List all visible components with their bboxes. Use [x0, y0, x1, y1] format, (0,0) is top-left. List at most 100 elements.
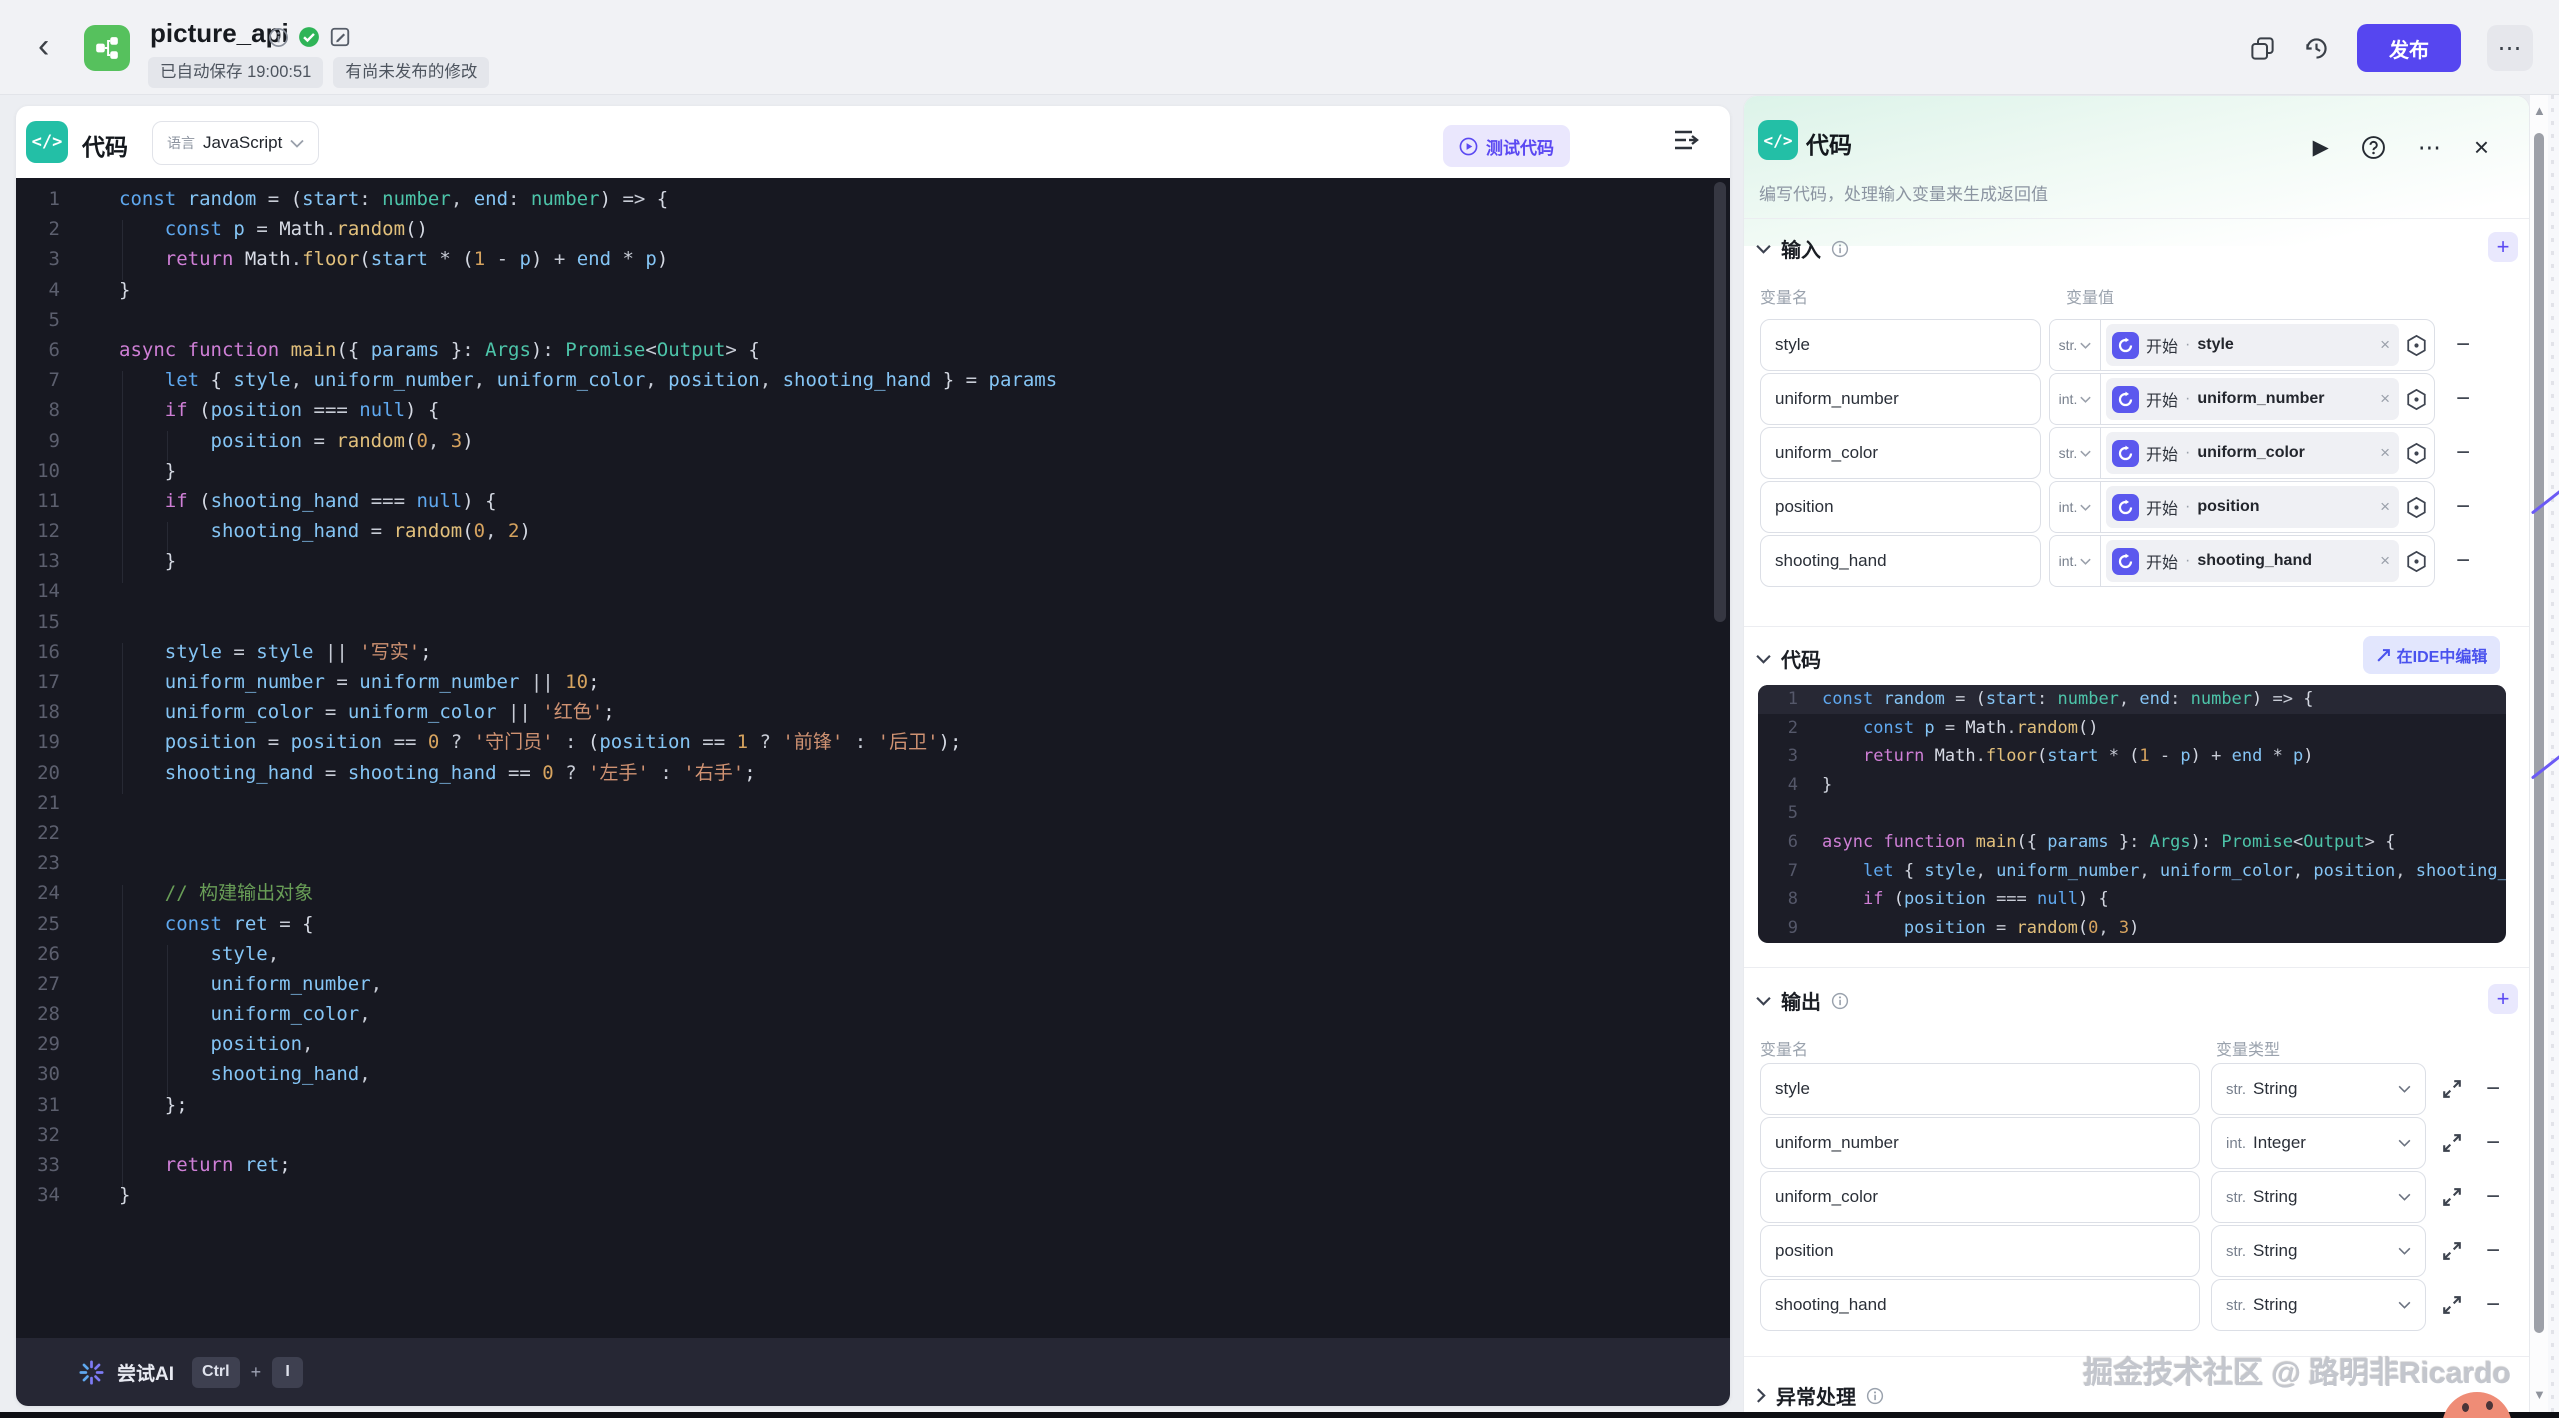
ai-assist-bar[interactable]: 尝试AI Ctrl + I: [16, 1338, 1730, 1406]
publish-button[interactable]: 发布: [2357, 24, 2461, 72]
expand-row-icon[interactable]: [2442, 1295, 2462, 1315]
clear-value-icon[interactable]: ×: [2380, 497, 2390, 517]
remove-output-icon[interactable]: −: [2486, 1239, 2500, 1263]
add-output-button[interactable]: +: [2488, 984, 2518, 1014]
edit-in-ide-button[interactable]: 在IDE中编辑: [2363, 636, 2500, 674]
remove-output-icon[interactable]: −: [2486, 1293, 2500, 1317]
output-var-type-select[interactable]: str.String: [2211, 1279, 2426, 1331]
settings-icon[interactable]: [2405, 442, 2428, 465]
ref-variable-name: position: [2197, 498, 2373, 516]
code-line: 1const random = (start: number, end: num…: [16, 184, 1730, 214]
panel-more-icon[interactable]: ⋯: [2418, 134, 2442, 161]
code-line: 3 return Math.floor(start * (1 - p) + en…: [16, 244, 1730, 274]
editor-scrollbar-thumb[interactable]: [1714, 182, 1726, 622]
input-var-value-field[interactable]: 开始 · style ×: [2100, 319, 2435, 371]
panel-scrollbar[interactable]: ▲ ▼: [2530, 95, 2548, 1418]
input-var-value-field[interactable]: 开始 · position ×: [2100, 481, 2435, 533]
code-line: 32: [16, 1120, 1730, 1150]
expand-row-icon[interactable]: [2442, 1079, 2462, 1099]
clear-value-icon[interactable]: ×: [2380, 335, 2390, 355]
ctrl-key-badge: Ctrl: [192, 1357, 240, 1388]
input-var-name-field[interactable]: [1760, 373, 2041, 425]
duplicate-icon[interactable]: [2249, 35, 2276, 62]
help-icon[interactable]: [2361, 135, 2386, 160]
output-var-name-field[interactable]: [1760, 1117, 2200, 1169]
output-var-type-select[interactable]: str.String: [2211, 1225, 2426, 1277]
input-var-type-select[interactable]: int.: [2049, 481, 2100, 533]
input-var-name-field[interactable]: [1760, 319, 2041, 371]
remove-input-icon[interactable]: −: [2456, 549, 2470, 573]
clear-value-icon[interactable]: ×: [2380, 389, 2390, 409]
remove-input-icon[interactable]: −: [2456, 387, 2470, 411]
screen: ‹ picture_api 已自动保存: [0, 0, 2559, 1418]
input-var-name-field[interactable]: [1760, 535, 2041, 587]
chevron-down-icon: [1756, 654, 1771, 664]
watermark: 掘金技术社区 @ 路明非Ricardo: [2083, 1348, 2511, 1392]
input-var-name-field[interactable]: [1760, 481, 2041, 533]
remove-output-icon[interactable]: −: [2486, 1185, 2500, 1209]
scrollbar-thumb[interactable]: [2534, 133, 2544, 1333]
output-var-type-select[interactable]: int.Integer: [2211, 1117, 2426, 1169]
input-col-value: 变量值: [2066, 284, 2114, 308]
input-row: str. 开始 · uniform_color × −: [1744, 427, 2530, 479]
chevron-down-icon: [2080, 558, 2091, 565]
output-var-name-field[interactable]: [1760, 1171, 2200, 1223]
input-section-header[interactable]: 输入: [1756, 234, 1849, 263]
run-node-icon[interactable]: ▶: [2313, 135, 2329, 160]
input-var-name-field[interactable]: [1760, 427, 2041, 479]
code-preview[interactable]: 1const random = (start: number, end: num…: [1758, 685, 2506, 943]
more-button[interactable]: ⋯: [2487, 25, 2533, 71]
collapse-panel-icon[interactable]: [1672, 128, 1702, 152]
code-line: 14: [16, 576, 1730, 606]
language-select[interactable]: 语言 JavaScript: [152, 121, 319, 165]
output-var-name-field[interactable]: [1760, 1063, 2200, 1115]
output-var-type-select[interactable]: str.String: [2211, 1063, 2426, 1115]
settings-icon[interactable]: [2405, 496, 2428, 519]
indent-guide: [167, 945, 168, 1096]
expand-row-icon[interactable]: [2442, 1133, 2462, 1153]
code-line: 5: [1758, 799, 2506, 828]
info-icon[interactable]: [268, 27, 289, 48]
input-var-type-select[interactable]: int.: [2049, 373, 2100, 425]
output-section-header[interactable]: 输出: [1756, 986, 1849, 1015]
input-var-value-field[interactable]: 开始 · uniform_number ×: [2100, 373, 2435, 425]
settings-icon[interactable]: [2405, 550, 2428, 573]
input-var-type-select[interactable]: str.: [2049, 427, 2100, 479]
remove-input-icon[interactable]: −: [2456, 333, 2470, 357]
code-editor[interactable]: 1const random = (start: number, end: num…: [16, 178, 1730, 1338]
code-section-header[interactable]: 代码: [1756, 644, 1821, 673]
code-line: 2 const p = Math.random(): [1758, 714, 2506, 743]
ref-variable-name: shooting_hand: [2197, 552, 2373, 570]
remove-input-icon[interactable]: −: [2456, 441, 2470, 465]
output-var-type-select[interactable]: str.String: [2211, 1171, 2426, 1223]
history-icon[interactable]: [2302, 34, 2331, 63]
input-var-value-field[interactable]: 开始 · shooting_hand ×: [2100, 535, 2435, 587]
ref-separator: ·: [2185, 498, 2190, 516]
output-col-name: 变量名: [1760, 1036, 1808, 1060]
exception-section-header[interactable]: 异常处理: [1756, 1381, 1884, 1410]
close-panel-icon[interactable]: ×: [2474, 132, 2489, 163]
back-button[interactable]: ‹: [38, 26, 49, 66]
scroll-down-icon[interactable]: ▼: [2533, 1387, 2546, 1402]
output-var-name-field[interactable]: [1760, 1225, 2200, 1277]
expand-row-icon[interactable]: [2442, 1241, 2462, 1261]
settings-icon[interactable]: [2405, 334, 2428, 357]
output-var-name-field[interactable]: [1760, 1279, 2200, 1331]
remove-output-icon[interactable]: −: [2486, 1131, 2500, 1155]
input-var-type-select[interactable]: int.: [2049, 535, 2100, 587]
scroll-up-icon[interactable]: ▲: [2533, 103, 2546, 118]
remove-input-icon[interactable]: −: [2456, 495, 2470, 519]
clear-value-icon[interactable]: ×: [2380, 551, 2390, 571]
add-input-button[interactable]: +: [2488, 232, 2518, 262]
expand-row-icon[interactable]: [2442, 1187, 2462, 1207]
plus-separator: +: [251, 1362, 262, 1383]
test-code-button[interactable]: 测试代码: [1443, 125, 1570, 167]
code-line: 20 shooting_hand = shooting_hand == 0 ? …: [16, 758, 1730, 788]
top-bar: ‹ picture_api 已自动保存: [0, 0, 2559, 95]
input-var-type-select[interactable]: str.: [2049, 319, 2100, 371]
clear-value-icon[interactable]: ×: [2380, 443, 2390, 463]
edit-icon[interactable]: [329, 26, 351, 48]
input-var-value-field[interactable]: 开始 · uniform_color ×: [2100, 427, 2435, 479]
remove-output-icon[interactable]: −: [2486, 1077, 2500, 1101]
settings-icon[interactable]: [2405, 388, 2428, 411]
